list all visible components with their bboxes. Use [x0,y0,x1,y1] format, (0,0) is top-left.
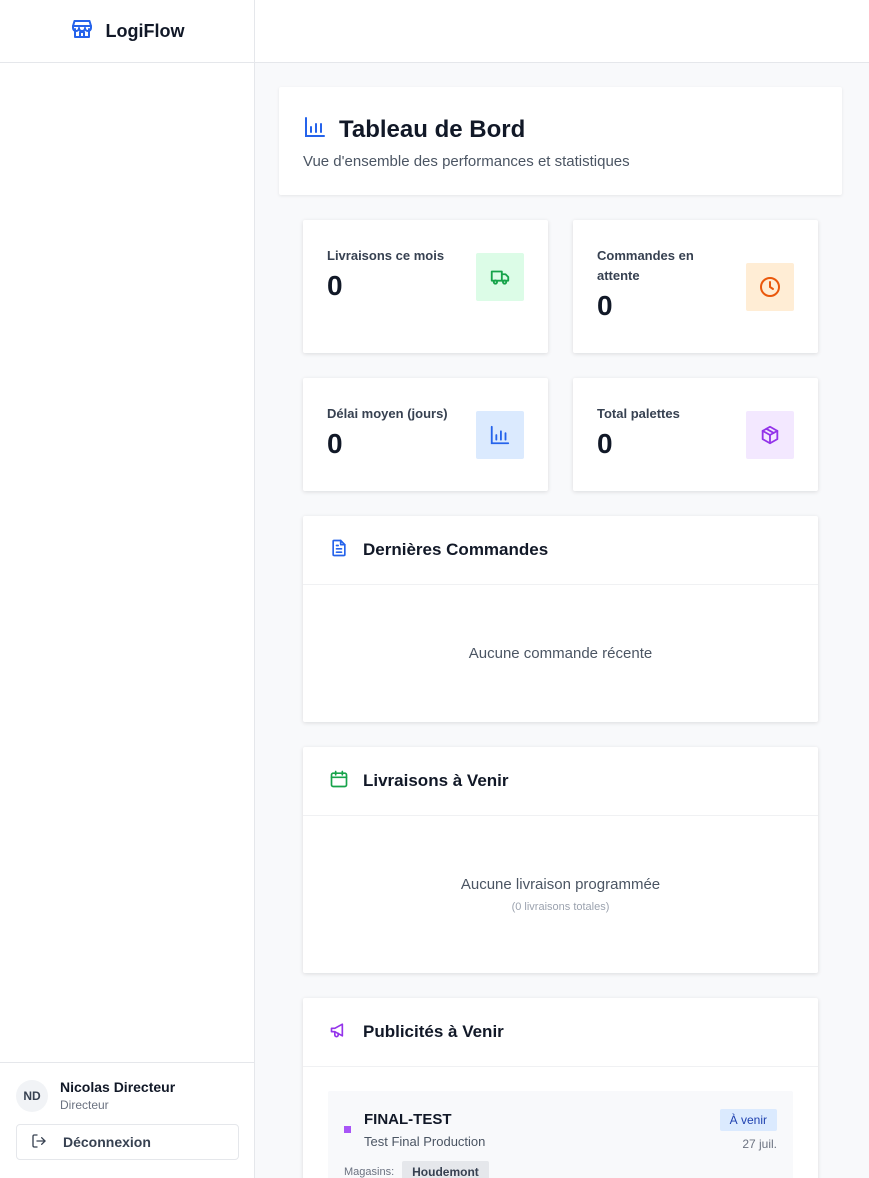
empty-message: Aucune livraison programmée [460,876,661,893]
megaphone-icon [329,1020,349,1045]
truck-icon [476,253,524,301]
page-header: Tableau de Bord Vue d'ensemble des perfo… [279,87,842,195]
app-name: LogiFlow [105,20,185,41]
sidebar: LogiFlow ND Nicolas Directeur Directeur … [0,0,255,1178]
bar-chart-icon [303,115,327,144]
avatar: ND [16,1079,48,1112]
bar-chart-icon [476,411,524,459]
delivery-total-note: (0 livraisons totales) [511,901,610,913]
panel-header: Dernières Commandes [303,516,818,585]
status-badge: À venir [719,1109,777,1131]
package-icon [746,411,794,459]
ad-stores: Magasins: Houdemont [344,1161,489,1178]
user-name: Nicolas Directeur [60,1079,176,1095]
logout-button[interactable]: Déconnexion [16,1124,239,1160]
upcoming-ads-panel: Publicités à Venir FINAL-TEST Test Final… [303,998,818,1178]
stat-label: Livraisons ce mois [327,248,445,263]
panel-header: Publicités à Venir [303,998,818,1067]
stat-label: Total palettes [597,406,680,421]
ad-name: FINAL-TEST [364,1111,452,1128]
ad-item[interactable]: FINAL-TEST Test Final Production À venir… [328,1091,793,1178]
stat-card-pending-orders: Commandes en attente 0 [573,220,818,353]
empty-message: Aucune commande récente [468,645,653,662]
upcoming-deliveries-panel: Livraisons à Venir Aucune livraison prog… [303,747,818,973]
top-bar [255,0,869,63]
recent-orders-panel: Dernières Commandes Aucune commande réce… [303,516,818,722]
ad-description: Test Final Production [364,1134,486,1149]
panel-title: Publicités à Venir [363,1022,504,1041]
logout-label: Déconnexion [63,1134,151,1150]
store-icon [70,17,94,46]
stores-label: Magasins: [344,1166,395,1178]
user-role: Directeur [60,1098,109,1112]
stat-card-deliveries: Livraisons ce mois 0 [303,220,548,353]
panel-title: Livraisons à Venir [363,771,509,790]
logout-icon [31,1133,47,1152]
ad-color-dot [344,1126,351,1133]
clock-icon [746,263,794,311]
user-panel: ND Nicolas Directeur Directeur Déconnexi… [0,1062,254,1178]
user-info: ND Nicolas Directeur Directeur [16,1079,238,1112]
panel-header: Livraisons à Venir [303,747,818,816]
ad-date: 27 juil. [742,1137,777,1151]
page-title: Tableau de Bord [339,115,526,143]
stat-card-avg-delay: Délai moyen (jours) 0 [303,378,548,491]
stat-label: Commandes en attente [597,248,694,283]
document-icon [329,538,349,563]
page-subtitle: Vue d'ensemble des performances et stati… [303,153,630,170]
brand[interactable]: LogiFlow [0,0,254,63]
calendar-icon [329,769,349,794]
store-tag: Houdemont [402,1161,489,1178]
panel-title: Dernières Commandes [363,540,549,559]
stat-label: Délai moyen (jours) [327,406,448,421]
stat-card-total-pallets: Total palettes 0 [573,378,818,491]
